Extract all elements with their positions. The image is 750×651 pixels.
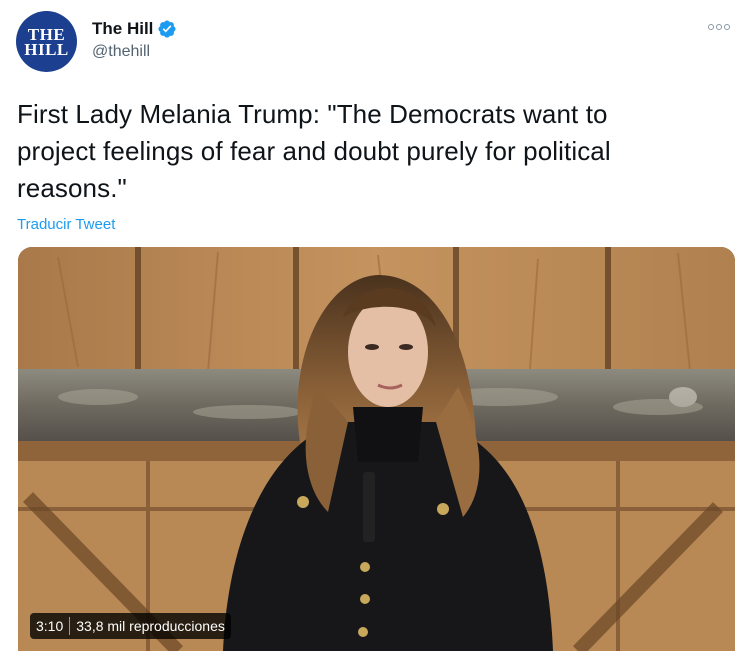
video-views: 33,8 mil reproducciones — [76, 618, 225, 634]
tweet-text-line: First Lady Melania Trump: "The Democrats… — [17, 99, 608, 129]
video-duration: 3:10 — [36, 618, 64, 634]
more-options-icon[interactable] — [708, 22, 734, 32]
video-frame-image — [18, 247, 735, 651]
verified-badge-icon — [158, 20, 176, 38]
avatar-text-line-2: HILL — [24, 39, 69, 59]
author-name[interactable]: The Hill — [92, 19, 153, 39]
badge-divider — [69, 617, 71, 635]
author-block: The Hill @thehill — [92, 18, 177, 61]
tweet-text-line: project feelings of fear and doubt purel… — [17, 136, 611, 166]
tweet-text: First Lady Melania Trump: "The Democrats… — [17, 96, 717, 207]
tweet-text-line: reasons." — [17, 173, 127, 203]
video-player[interactable] — [18, 247, 735, 651]
video-info-badge: 3:10 33,8 mil reproducciones — [30, 613, 231, 639]
author-name-row: The Hill — [92, 18, 177, 40]
translate-tweet-link[interactable]: Traducir Tweet — [17, 216, 115, 233]
avatar[interactable]: THE HILL — [16, 11, 77, 72]
tweet-card: THE HILL The Hill @thehill First Lady Me… — [0, 0, 750, 651]
author-handle[interactable]: @thehill — [92, 43, 177, 61]
